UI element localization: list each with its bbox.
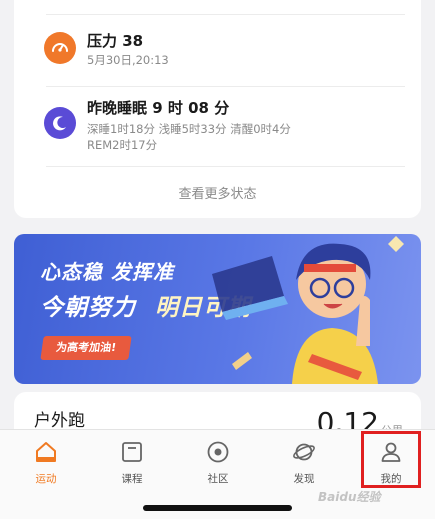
home-icon	[36, 442, 56, 462]
view-more-status-link[interactable]: 查看更多状态	[14, 183, 421, 202]
tab-community[interactable]: 社区	[188, 440, 248, 486]
tab-discover-label: 发现	[293, 473, 315, 485]
tab-community-label: 社区	[207, 473, 229, 485]
sleep-title: 昨晚睡眠 9 时 08 分	[87, 99, 230, 117]
student-illustration	[212, 236, 404, 384]
community-icon	[207, 441, 229, 463]
tab-sport-label: 运动	[35, 473, 57, 485]
watermark: Baidu经验	[318, 490, 381, 504]
highlight-annotation	[361, 431, 421, 488]
moon-icon: z	[44, 107, 76, 139]
tab-course[interactable]: 课程	[102, 440, 162, 486]
divider	[46, 14, 405, 15]
gauge-icon	[44, 32, 76, 64]
svg-text:z: z	[59, 121, 63, 128]
banner-tag: 为高考加油!	[40, 336, 132, 360]
tab-sport[interactable]: 运动	[16, 440, 76, 486]
status-card: 压力 38 5月30日,20:13 z 昨晚睡眠 9 时 08 分 深睡1时18…	[14, 0, 421, 218]
banner-slogan-a: 今朝努力	[40, 295, 136, 321]
banner-headline: 心态稳 发挥准	[40, 260, 174, 284]
stress-timestamp: 5月30日,20:13	[87, 53, 169, 67]
course-icon	[122, 442, 142, 462]
promo-banner[interactable]: 心态稳 发挥准 今朝努力 明日可期 为高考加油!	[14, 234, 421, 384]
divider	[46, 86, 405, 87]
home-indicator	[143, 505, 292, 511]
discover-icon	[293, 443, 315, 461]
tab-course-label: 课程	[121, 473, 143, 485]
stress-title: 压力 38	[87, 32, 144, 50]
divider	[46, 166, 405, 167]
sleep-rem: REM2时17分	[87, 138, 158, 152]
tab-discover[interactable]: 发现	[274, 440, 334, 486]
sleep-detail: 深睡1时18分 浅睡5时33分 清醒0时4分	[87, 122, 291, 136]
run-title: 户外跑	[34, 411, 85, 431]
